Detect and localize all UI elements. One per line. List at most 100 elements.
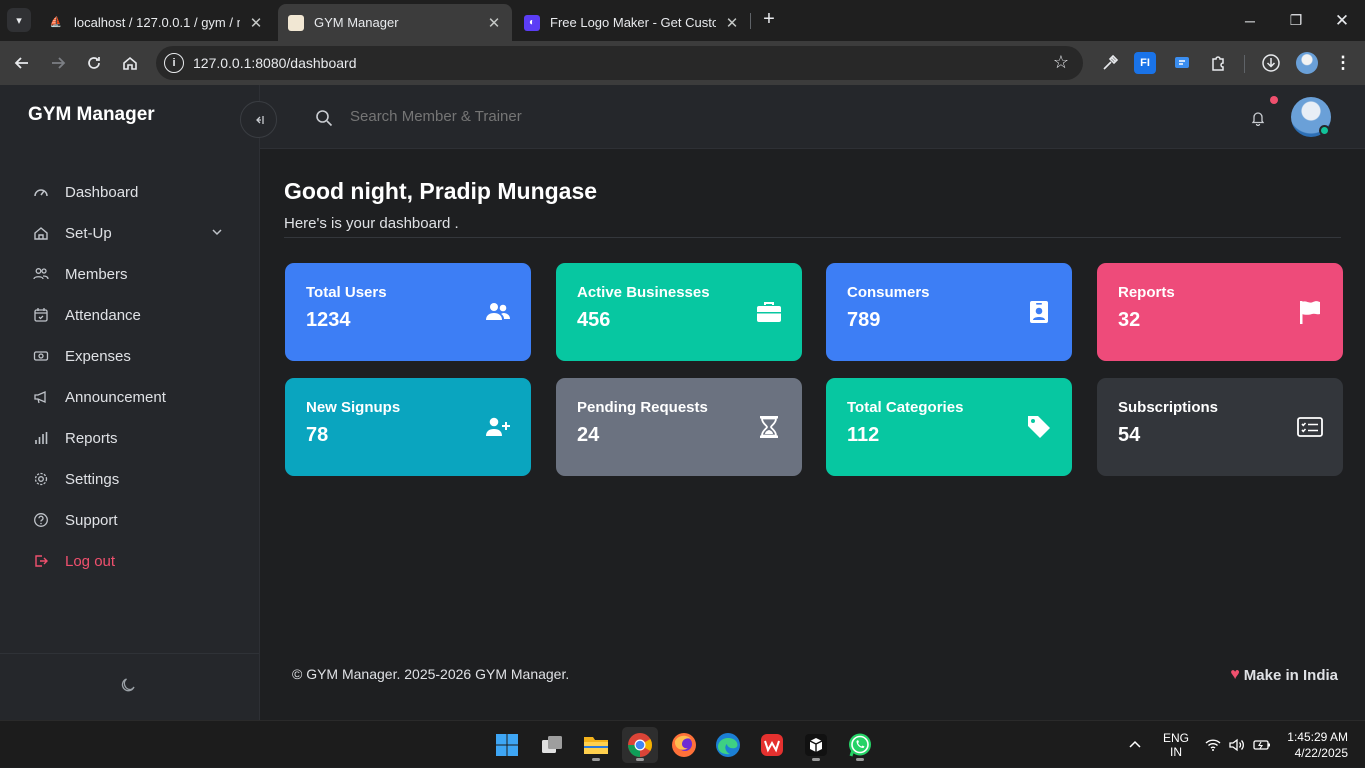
megaphone-icon [33,389,49,405]
sidebar-item-logout[interactable]: Log out [33,548,233,574]
stat-card-value: 112 [847,424,880,446]
collapse-icon [255,115,264,124]
stat-card-pending-requests[interactable]: Pending Requests 24 [556,378,802,476]
edge-icon[interactable] [710,727,746,763]
tab-logo-maker[interactable]: ◐ Free Logo Maker - Get Custom ✕ [514,4,750,41]
stat-card-label: Pending Requests [577,399,708,416]
reload-icon [88,57,100,69]
show-hidden-icons-button[interactable] [1128,721,1142,768]
stat-card-total-categories[interactable]: Total Categories 112 [826,378,1072,476]
sidebar-item-dashboard[interactable]: Dashboard [33,179,233,205]
reload-button[interactable] [80,49,108,77]
minimize-button[interactable]: ─ [1227,0,1273,41]
battery-icon[interactable] [1253,721,1271,768]
browser-menu-icon[interactable]: ⋮ [1332,52,1354,74]
profile-avatar-icon[interactable] [1296,52,1318,74]
sidebar-item-set-up[interactable]: Set-Up [33,220,233,246]
stat-card-reports[interactable]: Reports 32 [1097,263,1343,361]
tab-search-button[interactable]: ▾ [7,8,31,32]
browser-tab-bar: ▾ ⛵ localhost / 127.0.0.1 / gym / me ✕ G… [0,0,1365,41]
stat-card-label: Subscriptions [1118,399,1219,416]
users-icon [485,299,511,325]
language-indicator[interactable]: ENG IN [1163,721,1189,768]
bookmark-star-icon[interactable]: ☆ [1053,52,1069,73]
downloads-icon[interactable] [1260,52,1282,74]
brand-logo-text[interactable]: GYM Manager [28,104,155,126]
firefox-icon[interactable] [666,727,702,763]
close-window-button[interactable]: ✕ [1319,0,1365,41]
sidebar: GYM Manager Dashboard Set-Up Members Att… [0,85,260,720]
chrome-icon[interactable] [622,727,658,763]
sidebar-item-label: Settings [65,470,120,488]
bell-icon[interactable] [1250,110,1266,127]
wifi-icon[interactable] [1205,721,1221,768]
forward-button[interactable] [44,49,72,77]
sidebar-item-members[interactable]: Members [33,261,233,287]
windows-start-icon[interactable] [489,727,525,763]
main-content: Good night, Pradip Mungase Here's is you… [260,149,1365,720]
stat-card-subscriptions[interactable]: Subscriptions 54 [1097,378,1343,476]
stat-card-active-businesses[interactable]: Active Businesses 456 [556,263,802,361]
new-tab-button[interactable]: + [757,8,781,32]
address-bar[interactable]: i 127.0.0.1:8080/dashboard ☆ [156,46,1083,80]
stat-card-label: Active Businesses [577,284,710,301]
browser-toolbar: i 127.0.0.1:8080/dashboard ☆ FI ⋮ [0,41,1365,85]
wps-office-icon[interactable] [754,727,790,763]
sidebar-item-expenses[interactable]: Expenses [33,343,233,369]
fi-extension-icon[interactable]: FI [1134,52,1156,74]
home-icon [123,56,137,70]
search-icon[interactable] [315,109,333,127]
logout-icon [33,553,49,569]
running-indicator [592,758,600,761]
file-explorer-icon[interactable] [578,727,614,763]
sidebar-item-label: Attendance [65,306,141,324]
stat-card-value: 54 [1118,424,1141,446]
restore-button[interactable]: ❐ [1273,0,1319,41]
back-button[interactable] [8,49,36,77]
sidebar-item-support[interactable]: Support [33,507,233,533]
footer-right-text: Make in India [1243,666,1338,684]
stat-card-value: 78 [306,424,329,446]
stat-card-new-signups[interactable]: New Signups 78 [285,378,531,476]
app-header [260,85,1365,149]
sidebar-item-label: Expenses [65,347,131,365]
sidebar-item-reports[interactable]: Reports [33,425,233,451]
whatsapp-icon[interactable] [842,727,878,763]
stat-card-consumers[interactable]: Consumers 789 [826,263,1072,361]
task-view-icon[interactable] [534,727,570,763]
url-text[interactable]: 127.0.0.1:8080/dashboard [193,55,356,71]
close-tab-icon[interactable]: ✕ [248,14,264,32]
extensions-puzzle-icon[interactable] [1207,52,1229,74]
list-card-icon [1297,414,1323,440]
box-app-icon[interactable] [798,727,834,763]
stat-card-total-users[interactable]: Total Users 1234 [285,263,531,361]
eyedropper-extension-icon[interactable] [1099,52,1121,74]
close-tab-icon[interactable]: ✕ [486,14,502,32]
search-input[interactable] [350,108,750,125]
arrow-right-icon [52,57,66,69]
tab-title: Free Logo Maker - Get Custom [550,15,716,30]
footer-copyright: © GYM Manager. 2025-2026 GYM Manager. [292,666,570,682]
clock[interactable]: 1:45:29 AM 4/22/2025 [1284,721,1348,768]
close-tab-icon[interactable]: ✕ [724,14,740,32]
chevron-down-icon[interactable] [211,225,223,242]
region-code: IN [1170,744,1182,759]
tab-phpmyadmin[interactable]: ⛵ localhost / 127.0.0.1 / gym / me ✕ [38,4,274,41]
sidebar-item-label: Support [65,511,118,529]
sidebar-item-announcement[interactable]: Announcement [33,384,233,410]
clock-time: 1:45:29 AM [1287,729,1348,744]
home-button[interactable] [116,49,144,77]
volume-icon[interactable] [1229,721,1245,768]
collapse-sidebar-button[interactable] [240,101,277,138]
stat-card-value: 1234 [306,309,351,331]
moon-icon[interactable] [120,677,138,695]
sidebar-item-attendance[interactable]: Attendance [33,302,233,328]
sidebar-item-label: Announcement [65,388,166,406]
flag-icon [1297,299,1323,325]
stat-card-label: Total Categories [847,399,964,416]
screen-extension-icon[interactable] [1171,52,1193,74]
tab-gym-manager[interactable]: GYM Manager ✕ [278,4,512,41]
sidebar-item-settings[interactable]: Settings [33,466,233,492]
title-divider [284,237,1341,238]
site-info-icon[interactable]: i [164,53,184,73]
